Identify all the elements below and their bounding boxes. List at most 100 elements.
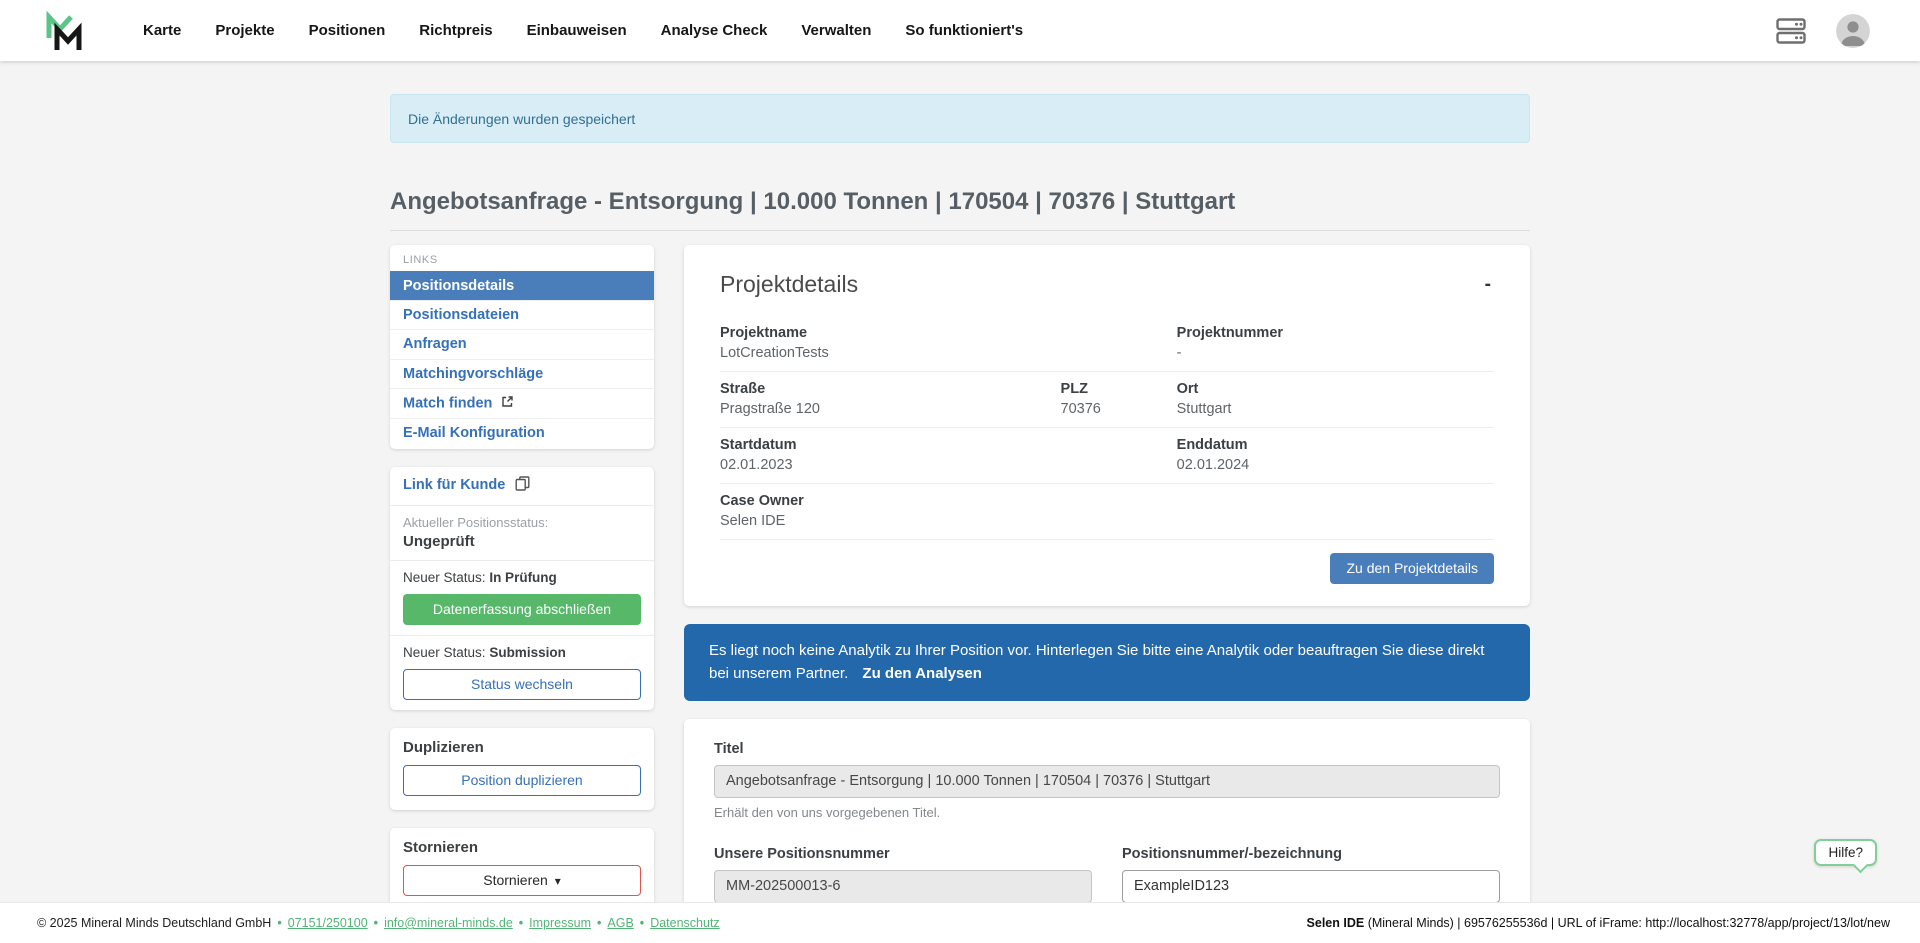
- main-menu: Karte Projekte Positionen Richtpreis Ein…: [143, 22, 1023, 39]
- sidebar-item-email-konfiguration[interactable]: E-Mail Konfiguration: [390, 418, 654, 447]
- footer-separator: •: [374, 916, 378, 930]
- nav-item-verwalten[interactable]: Verwalten: [801, 22, 871, 39]
- analytics-banner-text: Es liegt noch keine Analytik zu Ihrer Po…: [709, 642, 1484, 682]
- footer-link-email[interactable]: info@mineral-minds.de: [384, 916, 513, 930]
- new-status-label: Neuer Status:: [403, 570, 486, 585]
- sidebar-item-label: Positionsdetails: [403, 278, 514, 294]
- cancel-dropdown-button[interactable]: Stornieren ▾: [403, 865, 641, 896]
- sidebar: LINKS Positionsdetails Positionsdateien …: [390, 245, 654, 902]
- success-alert-text: Die Änderungen wurden gespeichert: [408, 111, 635, 127]
- caret-down-icon: ▾: [555, 874, 561, 888]
- new-status-label: Neuer Status:: [403, 645, 486, 660]
- title-input: [714, 765, 1500, 798]
- go-to-analyses-link[interactable]: Zu den Analysen: [862, 665, 981, 682]
- footer-copyright: © 2025 Mineral Minds Deutschland GmbH: [37, 916, 271, 930]
- footer-separator: •: [597, 916, 601, 930]
- footer-left: © 2025 Mineral Minds Deutschland GmbH • …: [37, 916, 720, 930]
- footer-meta: (Mineral Minds) | 69576255536d | URL of …: [1364, 916, 1890, 930]
- links-card: LINKS Positionsdetails Positionsdateien …: [390, 245, 654, 449]
- current-status-label: Aktueller Positionsstatus:: [403, 515, 641, 530]
- analytics-banner: Es liegt noch keine Analytik zu Ihrer Po…: [684, 624, 1530, 701]
- field-value: 02.01.2023: [720, 457, 1177, 473]
- cancel-card-title: Stornieren: [403, 839, 641, 856]
- links-card-header: LINKS: [390, 245, 654, 271]
- footer-separator: •: [640, 916, 644, 930]
- field-label: Projektname: [720, 325, 1177, 341]
- nav-item-so-funktionierts[interactable]: So funktioniert's: [905, 22, 1023, 39]
- project-details-row: Straße Pragstraße 120 PLZ 70376 Ort Stut…: [720, 371, 1494, 427]
- sidebar-item-label: E-Mail Konfiguration: [403, 425, 545, 441]
- copy-icon: [515, 476, 530, 495]
- new-status-review-value: In Prüfung: [489, 570, 557, 585]
- server-stack-icon[interactable]: [1776, 18, 1806, 44]
- title-field-helper: Erhält den von uns vorgegebenen Titel.: [714, 805, 1500, 820]
- field-value: 02.01.2024: [1177, 457, 1494, 473]
- success-alert: Die Änderungen wurden gespeichert: [390, 94, 1530, 143]
- project-details-row: Projektname LotCreationTests Projektnumm…: [720, 316, 1494, 371]
- position-number-label: Positionsnummer/-bezeichnung: [1122, 846, 1500, 862]
- footer-link-impressum[interactable]: Impressum: [529, 916, 591, 930]
- switch-status-button[interactable]: Status wechseln: [403, 669, 641, 700]
- title-field-label: Titel: [714, 741, 1500, 757]
- customer-link-row: Link für Kunde: [390, 467, 654, 505]
- nav-right-actions: [1776, 14, 1870, 48]
- field-label: Ort: [1177, 381, 1494, 397]
- nav-item-einbauweisen[interactable]: Einbauweisen: [527, 22, 627, 39]
- current-status-row: Aktueller Positionsstatus: Ungeprüft: [390, 505, 654, 560]
- footer: © 2025 Mineral Minds Deutschland GmbH • …: [0, 902, 1920, 943]
- external-link-icon: [501, 395, 514, 412]
- footer-link-phone[interactable]: 07151/250100: [288, 916, 368, 930]
- nav-item-projekte[interactable]: Projekte: [215, 22, 274, 39]
- footer-user: Selen IDE: [1307, 916, 1365, 930]
- go-to-project-details-button[interactable]: Zu den Projektdetails: [1330, 553, 1494, 584]
- current-status-value: Ungeprüft: [403, 533, 641, 550]
- sidebar-item-positionsdetails[interactable]: Positionsdetails: [390, 271, 654, 300]
- nav-item-positionen[interactable]: Positionen: [309, 22, 386, 39]
- mineral-minds-logo-icon: [42, 8, 88, 54]
- complete-data-entry-button[interactable]: Datenerfassung abschließen: [403, 594, 641, 625]
- footer-session-info: Selen IDE (Mineral Minds) | 69576255536d…: [1307, 916, 1890, 930]
- field-label: Startdatum: [720, 437, 1177, 453]
- user-avatar[interactable]: [1836, 14, 1870, 48]
- field-value: -: [1177, 345, 1494, 361]
- our-number-input: [714, 870, 1092, 903]
- customer-link-label: Link für Kunde: [403, 477, 505, 493]
- brand-logo[interactable]: [42, 8, 88, 54]
- duplicate-card: Duplizieren Position duplizieren: [390, 728, 654, 810]
- field-value: Selen IDE: [720, 513, 1494, 529]
- field-label: Projektnummer: [1177, 325, 1494, 341]
- help-button[interactable]: Hilfe?: [1814, 839, 1877, 866]
- top-nav: Karte Projekte Positionen Richtpreis Ein…: [0, 0, 1920, 61]
- nav-item-karte[interactable]: Karte: [143, 22, 181, 39]
- status-card: Link für Kunde Aktueller Positionsstatus…: [390, 467, 654, 710]
- sidebar-item-label: Matchingvorschläge: [403, 366, 543, 382]
- sidebar-item-matchingvorschlaege[interactable]: Matchingvorschläge: [390, 359, 654, 388]
- field-label: Straße: [720, 381, 1061, 397]
- footer-separator: •: [519, 916, 523, 930]
- footer-separator: •: [277, 916, 281, 930]
- field-label: Enddatum: [1177, 437, 1494, 453]
- collapse-icon[interactable]: -: [1482, 275, 1494, 294]
- field-label: PLZ: [1061, 381, 1177, 397]
- position-form-card: Titel Erhält den von uns vorgegebenen Ti…: [684, 719, 1530, 903]
- duplicate-position-button[interactable]: Position duplizieren: [403, 765, 641, 796]
- project-details-row: Startdatum 02.01.2023 Enddatum 02.01.202…: [720, 427, 1494, 483]
- sidebar-item-label: Positionsdateien: [403, 307, 519, 323]
- new-status-submission-value: Submission: [489, 645, 566, 660]
- footer-link-datenschutz[interactable]: Datenschutz: [650, 916, 719, 930]
- our-number-label: Unsere Positionsnummer: [714, 846, 1092, 862]
- nav-item-analyse-check[interactable]: Analyse Check: [661, 22, 768, 39]
- customer-link[interactable]: Link für Kunde: [403, 477, 530, 493]
- project-details-title: Projektdetails: [720, 271, 858, 298]
- our-number-field: Unsere Positionsnummer Erhält eine syste…: [714, 846, 1092, 903]
- sidebar-item-positionsdateien[interactable]: Positionsdateien: [390, 300, 654, 329]
- nav-item-richtpreis[interactable]: Richtpreis: [419, 22, 492, 39]
- help-button-label: Hilfe?: [1828, 845, 1863, 860]
- user-avatar-icon: [1836, 14, 1870, 48]
- sidebar-item-match-finden[interactable]: Match finden: [390, 388, 654, 418]
- sidebar-item-anfragen[interactable]: Anfragen: [390, 329, 654, 358]
- footer-link-agb[interactable]: AGB: [607, 916, 633, 930]
- position-number-input[interactable]: [1122, 870, 1500, 903]
- new-status-review-row: Neuer Status: In Prüfung Datenerfassung …: [390, 560, 654, 635]
- field-value: Pragstraße 120: [720, 401, 1061, 417]
